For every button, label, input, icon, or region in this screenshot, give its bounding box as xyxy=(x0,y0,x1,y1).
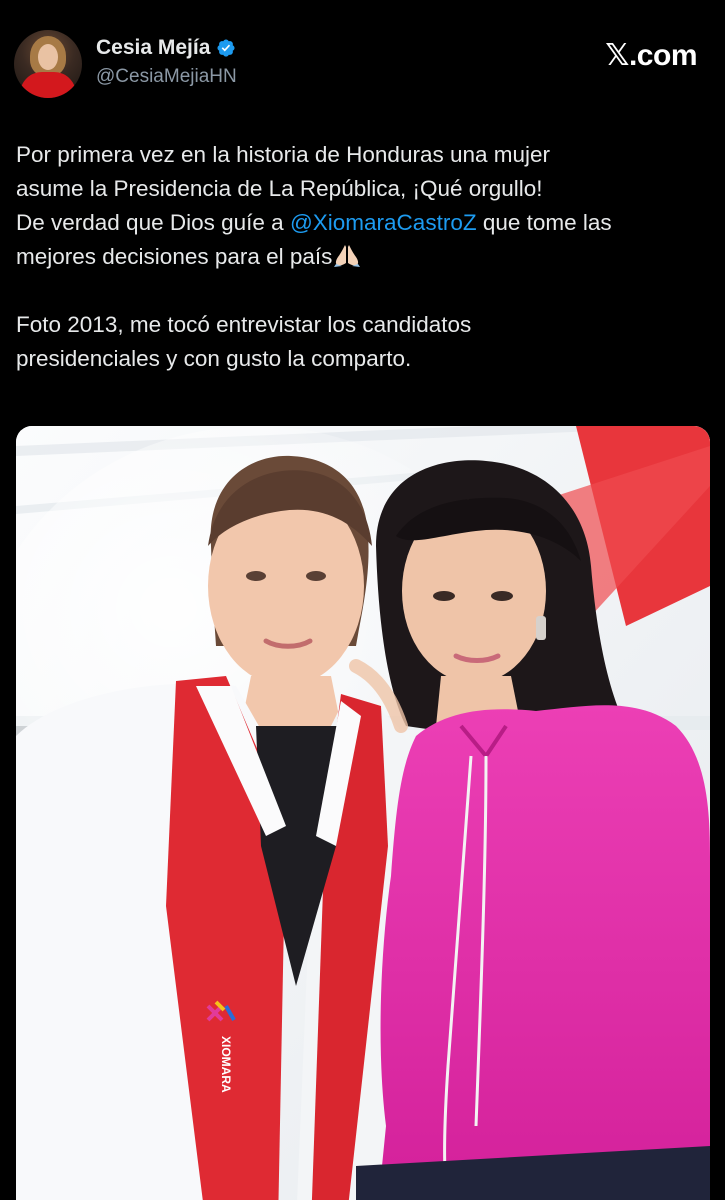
x-logo-icon[interactable]: 𝕏.com xyxy=(605,38,697,73)
tweet-header: Cesia Mejía @CesiaMejiaHN 𝕏.com xyxy=(14,30,711,100)
sash-text: XIOMARA xyxy=(219,1036,233,1093)
folded-hands-icon xyxy=(332,243,362,267)
text-segment: De verdad que Dios guíe a xyxy=(16,210,290,235)
text-line: De verdad que Dios guíe a @XiomaraCastro… xyxy=(16,206,706,240)
brand-mark: 𝕏 xyxy=(605,38,629,73)
avatar[interactable] xyxy=(14,30,82,98)
tweet-text: Por primera vez en la historia de Hondur… xyxy=(16,138,706,376)
text-line: presidenciales y con gusto la comparto. xyxy=(16,346,412,371)
text-segment: mejores decisiones para el país xyxy=(16,244,333,269)
author-info: Cesia Mejía @CesiaMejiaHN xyxy=(96,36,237,88)
text-line: Por primera vez en la historia de Hondur… xyxy=(16,142,551,167)
text-line: asume la Presidencia de La República, ¡Q… xyxy=(16,176,543,201)
text-line: mejores decisiones para el país xyxy=(16,240,706,274)
tweet: Cesia Mejía @CesiaMejiaHN 𝕏.com Por prim… xyxy=(0,0,725,1200)
author-name[interactable]: Cesia Mejía xyxy=(96,36,210,60)
author-handle[interactable]: @CesiaMejiaHN xyxy=(96,66,237,88)
text-line: Foto 2013, me tocó entrevistar los candi… xyxy=(16,312,472,337)
mention-link[interactable]: @XiomaraCastroZ xyxy=(290,210,477,235)
tweet-photo[interactable]: XIOMARA xyxy=(16,426,710,1200)
text-segment: que tome las xyxy=(476,210,612,235)
brand-suffix: .com xyxy=(628,39,698,72)
verified-badge-icon xyxy=(216,38,236,58)
